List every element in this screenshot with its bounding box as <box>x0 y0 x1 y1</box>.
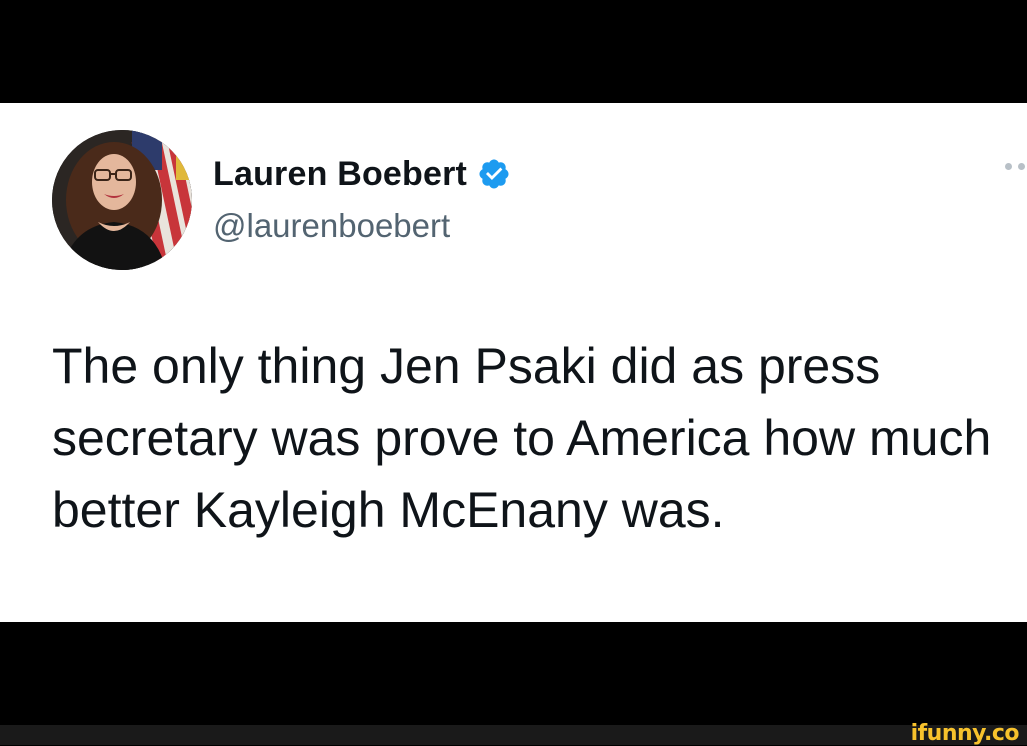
more-dot <box>1005 163 1012 170</box>
bottom-black-bar <box>0 622 1027 725</box>
verified-badge-icon <box>479 159 509 189</box>
more-options-icon[interactable] <box>1005 163 1025 170</box>
tweet-card: Lauren Boebert @laurenboebert The only t… <box>0 103 1027 622</box>
display-name[interactable]: Lauren Boebert <box>213 155 467 194</box>
profile-photo-icon <box>52 130 192 270</box>
display-name-row[interactable]: Lauren Boebert <box>213 152 511 196</box>
watermark-logo: ifunny.co <box>910 721 1020 746</box>
handle[interactable]: @laurenboebert <box>213 207 450 245</box>
tweet-text: The only thing Jen Psaki did as press se… <box>52 338 992 538</box>
top-black-bar <box>0 0 1027 103</box>
footer-strip <box>0 725 1027 745</box>
avatar[interactable] <box>52 130 192 270</box>
more-dot <box>1018 163 1025 170</box>
